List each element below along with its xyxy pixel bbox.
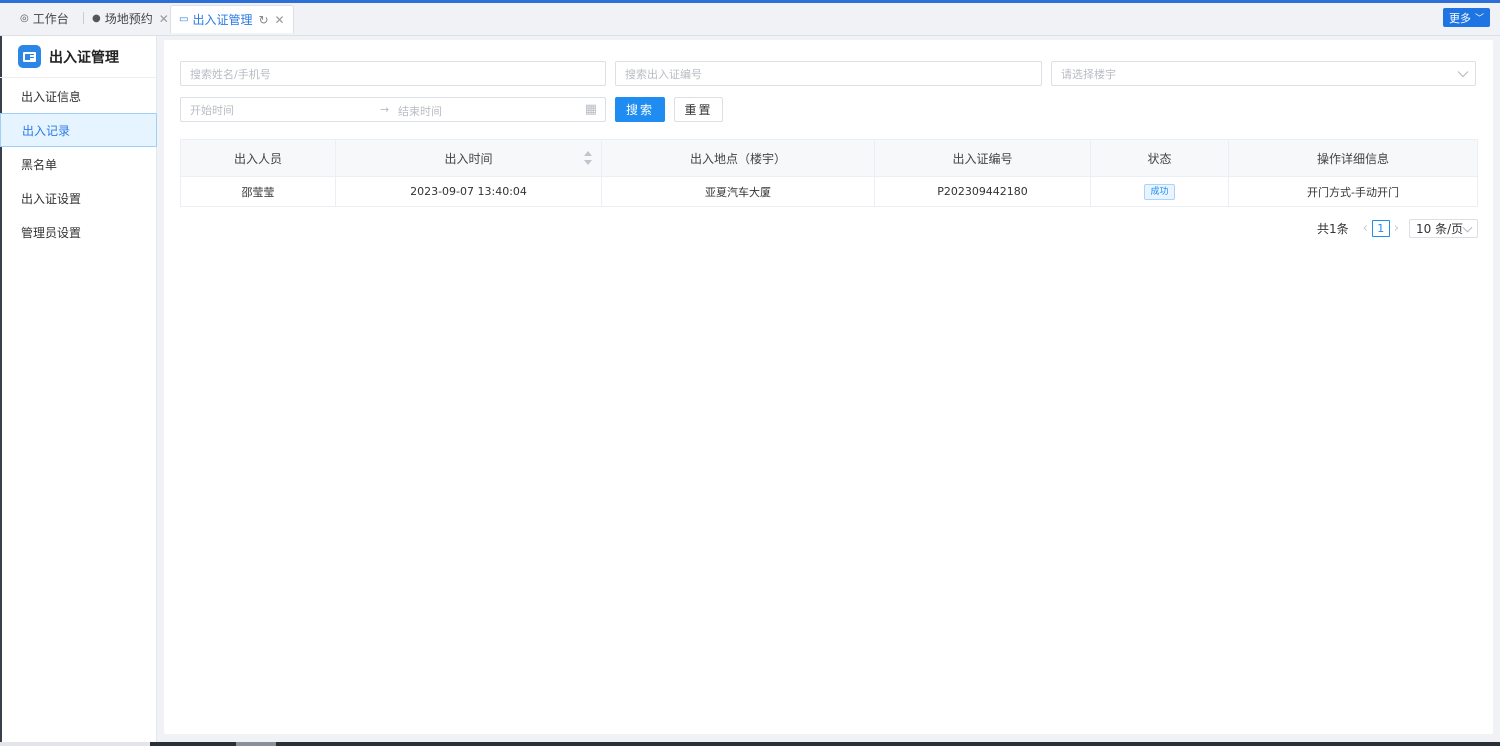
scrollbar-track bbox=[150, 742, 1500, 746]
sidebar: 出入证管理 出入证信息 出入记录 黑名单 出入证设置 管理员设置 bbox=[0, 36, 157, 742]
tab-label: 场地预约 bbox=[104, 12, 153, 26]
date-range-picker[interactable]: 开始时间 → 结束时间 ▦ bbox=[180, 97, 606, 122]
chevron-down-icon bbox=[1457, 71, 1469, 78]
range-arrow-icon: → bbox=[380, 103, 390, 116]
placeholder-text: 搜索姓名/手机号 bbox=[190, 67, 271, 81]
cell-detail: 开门方式-手动开门 bbox=[1307, 185, 1399, 199]
calendar-icon: ▦ bbox=[584, 102, 597, 117]
sidebar-item-pass-settings[interactable]: 出入证设置 bbox=[0, 181, 157, 215]
column-header-location: 出入地点（楼宇） bbox=[602, 140, 875, 176]
name-phone-search-input[interactable]: 搜索姓名/手机号 bbox=[180, 61, 606, 86]
access-records-table: 出入人员 出入时间 出入地点（楼宇） 出入证编号 状态 操作详细信息 邵莹莹 2… bbox=[180, 139, 1478, 207]
placeholder-text: 请选择楼宇 bbox=[1061, 67, 1116, 81]
page-size-label: 10 条/页 bbox=[1416, 221, 1464, 236]
chevron-down-icon: ﹀ bbox=[1474, 14, 1484, 24]
column-header-detail: 操作详细信息 bbox=[1316, 151, 1389, 166]
more-button[interactable]: 更多 ﹀ bbox=[1442, 8, 1490, 27]
tab-venue-booking[interactable]: ● 场地预约 ✕ bbox=[84, 5, 177, 32]
reset-button[interactable]: 重置 bbox=[674, 97, 723, 122]
cell-person: 邵莹莹 bbox=[181, 177, 336, 206]
cell-location: 亚夏汽车大厦 bbox=[602, 177, 875, 206]
sidebar-item-label: 出入证信息 bbox=[21, 89, 82, 104]
status-badge: 成功 bbox=[1144, 183, 1175, 200]
search-button-label: 搜索 bbox=[625, 103, 654, 117]
pass-number-search-input[interactable]: 搜索出入证编号 bbox=[615, 61, 1042, 86]
sidebar-item-admin-settings[interactable]: 管理员设置 bbox=[0, 215, 157, 249]
sort-icon[interactable] bbox=[583, 150, 593, 166]
tab-pass-management[interactable]: ▭ 出入证管理 ↻ ✕ bbox=[170, 5, 294, 33]
cell-status: 成功 bbox=[1091, 177, 1229, 206]
page-size-select[interactable]: 10 条/页 bbox=[1409, 218, 1478, 238]
sidebar-item-label: 黑名单 bbox=[21, 157, 58, 172]
total-count: 共1条 bbox=[1316, 221, 1349, 236]
tab-label: 出入证管理 bbox=[192, 13, 253, 27]
page-number-button[interactable]: 1 bbox=[1371, 219, 1390, 237]
horizontal-scrollbar[interactable] bbox=[0, 742, 1500, 746]
sidebar-item-label: 出入证设置 bbox=[21, 191, 82, 206]
main-panel: 搜索姓名/手机号 搜索出入证编号 请选择楼宇 开始时间 → 结束时间 ▦ 搜索 … bbox=[164, 40, 1493, 734]
end-time-placeholder: 结束时间 bbox=[398, 105, 442, 118]
prev-page-icon[interactable]: ‹ bbox=[1363, 221, 1368, 236]
building-select[interactable]: 请选择楼宇 bbox=[1051, 61, 1476, 86]
sidebar-header: 出入证管理 bbox=[0, 36, 157, 78]
window-edge bbox=[1493, 36, 1500, 742]
tab-workbench[interactable]: ◎ 工作台 bbox=[12, 5, 77, 32]
placeholder-text: 搜索出入证编号 bbox=[625, 67, 702, 81]
reset-button-label: 重置 bbox=[684, 103, 713, 117]
sidebar-item-access-records[interactable]: 出入记录 bbox=[0, 113, 157, 147]
refresh-icon[interactable]: ↻ bbox=[258, 13, 268, 27]
close-icon[interactable]: ✕ bbox=[159, 12, 169, 26]
table-row: 邵莹莹 2023-09-07 13:40:04 亚夏汽车大厦 P20230944… bbox=[181, 177, 1477, 206]
pagination: 共1条 ‹ 1 › 10 条/页 bbox=[1316, 218, 1478, 238]
table-header: 出入人员 出入时间 出入地点（楼宇） 出入证编号 状态 操作详细信息 bbox=[181, 140, 1477, 177]
start-time-placeholder: 开始时间 bbox=[190, 103, 234, 117]
close-icon[interactable]: ✕ bbox=[275, 13, 285, 27]
next-page-icon[interactable]: › bbox=[1394, 221, 1399, 236]
sidebar-title: 出入证管理 bbox=[49, 49, 119, 66]
search-button[interactable]: 搜索 bbox=[615, 97, 665, 122]
sidebar-item-blacklist[interactable]: 黑名单 bbox=[0, 147, 157, 181]
sidebar-item-pass-info[interactable]: 出入证信息 bbox=[0, 79, 157, 113]
scrollbar-thumb[interactable] bbox=[236, 742, 276, 746]
column-header-status: 状态 bbox=[1091, 140, 1229, 176]
more-label: 更多 bbox=[1448, 11, 1471, 25]
cell-time: 2023-09-07 13:40:04 bbox=[336, 177, 602, 206]
sidebar-item-label: 管理员设置 bbox=[21, 225, 82, 240]
sidebar-item-label: 出入记录 bbox=[22, 123, 71, 138]
column-header-pass-number: 出入证编号 bbox=[875, 140, 1091, 176]
dashboard-icon: ◎ bbox=[20, 13, 29, 24]
chevron-down-icon bbox=[1462, 226, 1473, 233]
user-icon: ● bbox=[92, 13, 101, 24]
pass-card-icon bbox=[18, 45, 41, 68]
column-header-time[interactable]: 出入时间 bbox=[336, 140, 602, 176]
tab-bar: ◎ 工作台 ● 场地预约 ✕ ▭ 出入证管理 ↻ ✕ 更多 ﹀ bbox=[0, 0, 1500, 36]
tab-label: 工作台 bbox=[32, 12, 69, 26]
card-icon: ▭ bbox=[179, 14, 189, 25]
cell-pass-number: P202309442180 bbox=[875, 177, 1091, 206]
column-header-person: 出入人员 bbox=[181, 140, 336, 176]
